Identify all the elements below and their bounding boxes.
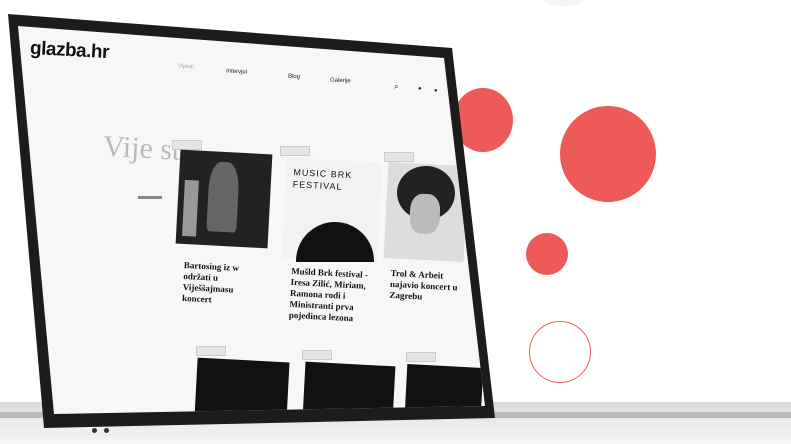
decorative-circle bbox=[560, 106, 656, 202]
card-tag bbox=[196, 346, 226, 356]
article-title[interactable]: Bartosing iz w održati u Viješšajmasu ko… bbox=[182, 260, 262, 308]
site-logo[interactable]: glazba.hr bbox=[29, 38, 110, 64]
nav-item-galerije[interactable]: Galerije bbox=[330, 77, 351, 84]
poster-text: MUSIC BRK FESTIVAL bbox=[292, 167, 353, 192]
laptop-screen: glazba.hr Vijesti Intervjui Blog Galerij… bbox=[18, 26, 485, 414]
nav-item-blog[interactable]: Blog bbox=[288, 74, 300, 81]
divider bbox=[138, 196, 162, 199]
search-icon[interactable]: ⌕ bbox=[394, 82, 398, 92]
card-tag bbox=[172, 140, 202, 150]
article-title[interactable]: Trol & Arbeit najavio koncert u Zagrebu bbox=[389, 268, 473, 305]
article-title[interactable]: Mušld Brk festival - Iresa Zilić, Miriam… bbox=[289, 266, 374, 325]
hero-scene: glazba.hr Vijesti Intervjui Blog Galerij… bbox=[0, 0, 791, 444]
nav-item-vijesti[interactable]: Vijesti bbox=[178, 64, 194, 71]
nav-item-intervjui[interactable]: Intervjui bbox=[226, 68, 247, 75]
article-photo[interactable] bbox=[383, 161, 469, 263]
card-tag bbox=[280, 146, 310, 156]
card-tag bbox=[302, 350, 332, 360]
decorative-shape bbox=[536, 0, 590, 6]
card-tag bbox=[406, 352, 436, 362]
indicator-light bbox=[104, 428, 109, 433]
social-icon[interactable]: ● bbox=[418, 86, 422, 92]
decorative-circle bbox=[526, 233, 568, 275]
indicator-light bbox=[92, 428, 97, 433]
social-icon[interactable]: ● bbox=[434, 88, 438, 94]
decorative-ring bbox=[529, 321, 591, 383]
card-tag bbox=[384, 152, 414, 162]
article-photo[interactable] bbox=[175, 149, 273, 249]
